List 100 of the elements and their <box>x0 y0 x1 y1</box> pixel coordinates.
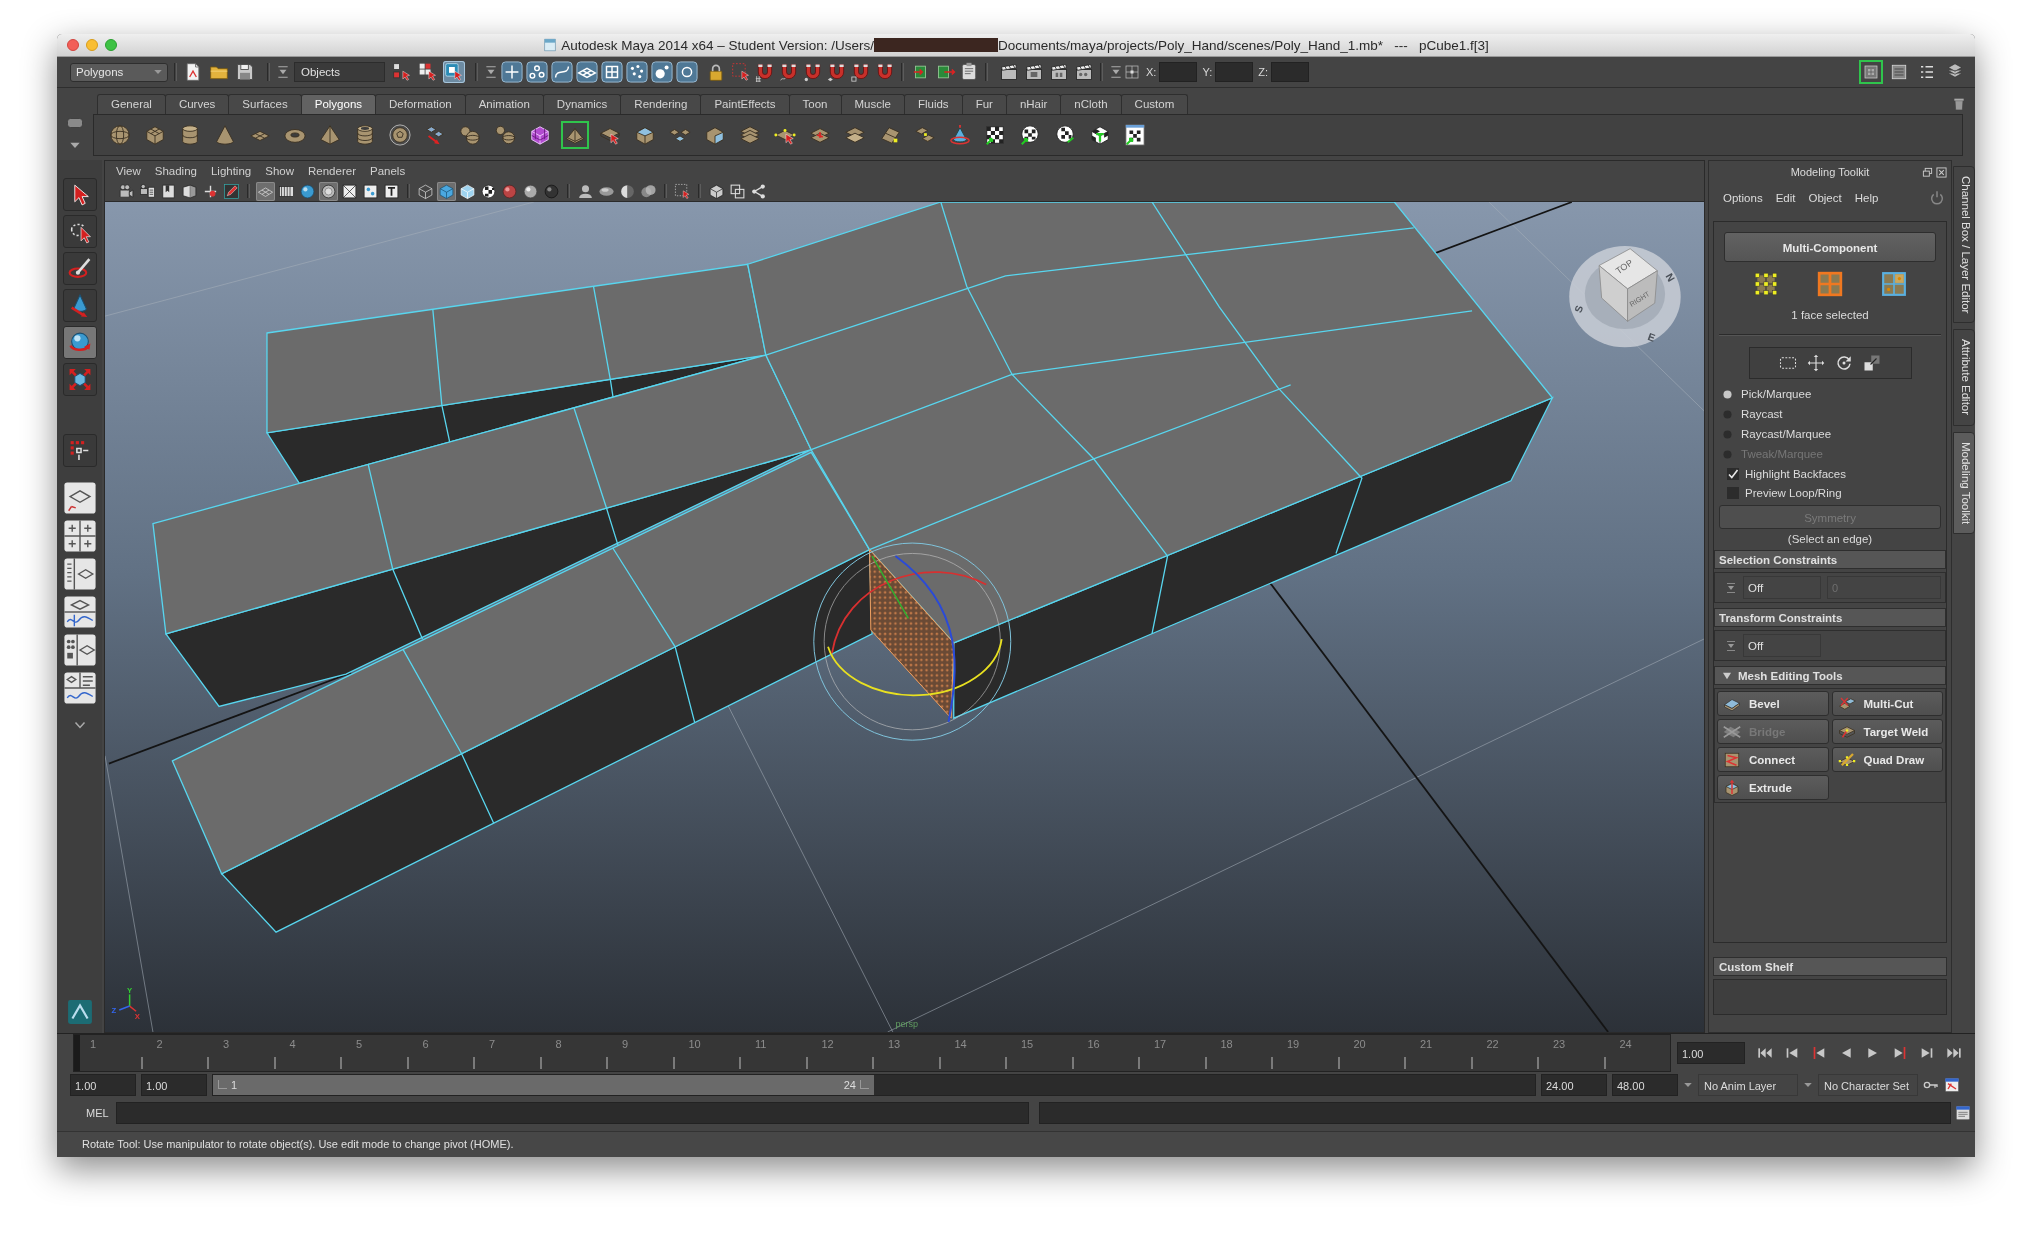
ball-in-ring-icon[interactable] <box>386 121 414 149</box>
shelf-tab[interactable]: Fur <box>961 94 1007 114</box>
outlined-cube-icon[interactable] <box>458 181 477 201</box>
ring-icon[interactable] <box>676 61 698 83</box>
side-tab[interactable]: Modeling Toolkit <box>1953 431 1975 534</box>
panel-menu[interactable]: Help <box>1854 192 1879 204</box>
bookmark-icon[interactable] <box>159 181 178 201</box>
mode-button[interactable]: Multi-Component <box>1724 232 1936 262</box>
camera-list-icon[interactable] <box>138 181 157 201</box>
playback-start-field[interactable]: 1.00 <box>141 1073 207 1096</box>
scale-icon[interactable] <box>1863 354 1881 372</box>
playback-end-field[interactable]: 24.00 <box>1541 1073 1607 1096</box>
checkbox[interactable] <box>1727 467 1739 480</box>
tool-button[interactable]: Bevel <box>1717 691 1829 716</box>
start-time-field[interactable]: 1.00 <box>70 1073 136 1096</box>
shaded-sphere-icon[interactable] <box>298 181 317 201</box>
magnet-icon[interactable] <box>803 62 823 82</box>
panel-menu[interactable]: Show <box>258 165 301 177</box>
paint-brush-icon[interactable] <box>62 252 97 285</box>
crosshair-box-icon[interactable] <box>1123 63 1141 81</box>
tool-button[interactable]: Connect <box>1717 747 1829 772</box>
step-forward-key-icon[interactable] <box>1892 1045 1908 1062</box>
marquee-icon[interactable] <box>1779 354 1797 372</box>
cube-outline-icon[interactable] <box>707 181 726 201</box>
range-slider[interactable]: 1 24 <box>212 1073 1536 1096</box>
scale-cube-icon[interactable] <box>62 363 97 396</box>
preferences-icon[interactable] <box>1944 1076 1960 1093</box>
close-icon[interactable] <box>1936 166 1947 178</box>
face-mode-icon[interactable] <box>1881 271 1907 297</box>
magnet-icon[interactable] <box>827 62 847 82</box>
document-icon[interactable] <box>959 62 979 82</box>
coordinate-field[interactable] <box>1271 62 1309 82</box>
range-handle[interactable] <box>860 1080 869 1090</box>
script-editor-icon[interactable] <box>1955 1105 1971 1122</box>
hypershade-layout-icon[interactable] <box>62 633 97 667</box>
range-handle[interactable] <box>218 1080 227 1090</box>
edge-mode-icon[interactable] <box>1817 271 1843 297</box>
radio-button[interactable] <box>1723 409 1732 419</box>
magnet-icon[interactable] <box>755 62 775 82</box>
clapperboard-icon[interactable] <box>999 62 1019 82</box>
shelf-tab[interactable]: Polygons <box>300 94 377 114</box>
tool-button[interactable]: Multi-Cut <box>1831 691 1943 716</box>
overlap-squares-icon[interactable] <box>728 181 747 201</box>
node-graph-icon[interactable] <box>749 181 768 201</box>
magnet-icon[interactable] <box>779 62 799 82</box>
coordinate-field[interactable] <box>1159 62 1198 82</box>
constraint-dropdown[interactable]: Off <box>1743 634 1821 657</box>
shelf-tab[interactable]: Fluids <box>903 94 963 114</box>
shelf-tab[interactable]: nHair <box>1005 94 1062 114</box>
rotate-manipulator[interactable] <box>813 542 1012 741</box>
graph-layout-icon[interactable] <box>62 595 97 629</box>
manipulator-grid-icon[interactable] <box>62 434 97 467</box>
hierarchy-cursor-icon[interactable] <box>391 61 413 83</box>
coordinate-field[interactable] <box>1215 62 1254 82</box>
range-bar[interactable] <box>213 1074 874 1095</box>
selection-box-icon[interactable] <box>673 181 692 201</box>
maximize-icon[interactable] <box>105 39 117 51</box>
vertex-mode-icon[interactable] <box>1753 271 1779 297</box>
checker-ball-icon[interactable] <box>479 181 498 201</box>
side-tab[interactable]: Attribute Editor <box>1953 329 1975 426</box>
selected-face[interactable] <box>869 549 955 719</box>
magnet-icon[interactable] <box>851 62 871 82</box>
panel-menu[interactable]: Edit <box>1775 192 1796 204</box>
shelf-tab[interactable]: Animation <box>464 94 544 114</box>
shaded-cube-icon[interactable] <box>437 181 456 201</box>
power-icon[interactable] <box>1929 190 1945 206</box>
close-icon[interactable] <box>67 39 79 51</box>
single-view-layout-icon[interactable] <box>62 481 97 515</box>
shelf-tab[interactable]: General <box>97 94 166 114</box>
panel-menu[interactable]: Options <box>1723 192 1763 204</box>
clapperboard-icon[interactable] <box>1024 62 1044 82</box>
toolkit-panel-icon[interactable] <box>1859 60 1883 84</box>
shelf-tab[interactable]: Surfaces <box>228 94 302 114</box>
tool-button[interactable]: Extrude <box>1717 775 1829 800</box>
shelf-tab[interactable]: Deformation <box>375 94 466 114</box>
shelf-tab[interactable]: Muscle <box>840 94 905 114</box>
clapperboard-icon[interactable] <box>1049 62 1069 82</box>
shelf-tab[interactable]: Curves <box>164 94 230 114</box>
plus-icon[interactable] <box>501 61 523 83</box>
shelf-tab[interactable]: Dynamics <box>542 94 622 114</box>
wire-cube-icon[interactable] <box>416 181 435 201</box>
shelf-tab[interactable]: Rendering <box>620 94 702 114</box>
trash-icon[interactable] <box>1951 96 1967 112</box>
shelf-tab[interactable]: PaintEffects <box>700 94 790 114</box>
dots-box-icon[interactable] <box>361 181 380 201</box>
radio-button[interactable] <box>1723 389 1732 399</box>
curve-icon[interactable] <box>551 61 573 83</box>
collapse-icon[interactable] <box>1725 581 1737 594</box>
shelf-tab[interactable]: Custom <box>1120 94 1189 114</box>
circle-icon[interactable] <box>319 181 338 201</box>
four-view-layout-icon[interactable] <box>62 519 97 553</box>
app-shortcut-icon[interactable] <box>66 999 93 1025</box>
command-language-label[interactable]: MEL <box>70 1107 116 1120</box>
command-input-field[interactable] <box>116 1102 1029 1125</box>
collapse-icon[interactable] <box>484 65 498 79</box>
shelf-tab[interactable]: nCloth <box>1060 94 1122 114</box>
menu-set-dropdown[interactable]: Polygons <box>70 62 168 82</box>
panel-menu[interactable]: Lighting <box>203 165 259 177</box>
dark-ball-icon[interactable] <box>542 181 561 201</box>
expand-triangle-icon[interactable] <box>1723 671 1731 680</box>
